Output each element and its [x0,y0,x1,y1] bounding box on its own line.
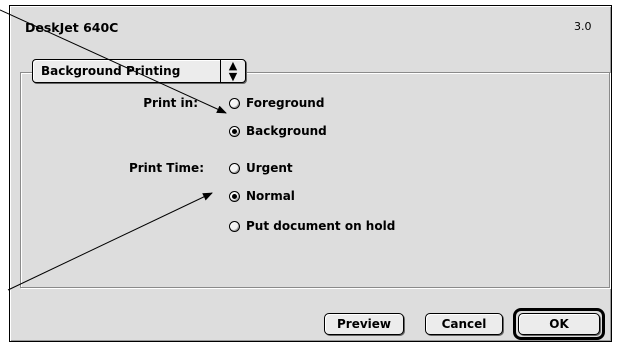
callout-arrow-print-time [7,192,213,291]
callout-arrow-print-in [0,9,227,114]
callout-lines [0,9,227,291]
